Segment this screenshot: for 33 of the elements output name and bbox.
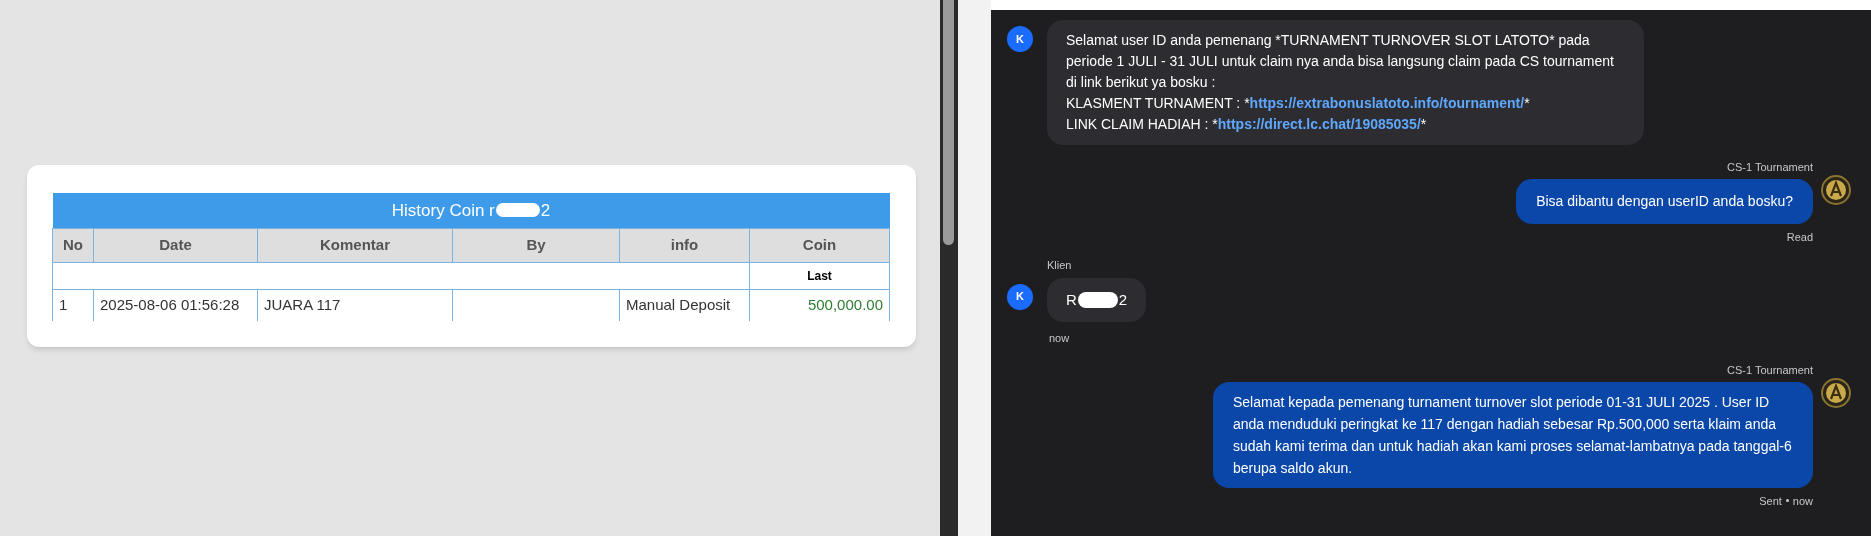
message-status: Read	[1786, 229, 1813, 245]
column-header: Komentar	[257, 228, 453, 262]
redaction-mark	[1077, 291, 1118, 308]
column-header: By	[452, 228, 620, 262]
message-link[interactable]: https://direct.lc.chat/19085035/	[1217, 116, 1421, 132]
table-title-text: 2	[540, 199, 551, 222]
sender-name: CS-1 Tournament	[1727, 363, 1813, 378]
table-cell: 1	[52, 289, 94, 321]
agent-avatar-icon	[1821, 377, 1851, 408]
message-text: R	[1066, 290, 1077, 310]
user-avatar: K	[1007, 26, 1033, 52]
message-text: KLASMENT TURNAMENT : *https://extrabonuslatoto.info/tournament/*	[1066, 94, 1531, 113]
message-status: Sent	[1759, 493, 1782, 509]
column-header: Coin	[749, 228, 890, 262]
column-header: Date	[93, 228, 258, 262]
message-text: Selamat kepada pemenang turnament turnover slot periode 01-31 JULI 2025 . User ID anda menduduki peringkat ke 117 dengan hadiah sebesar Rp.500,000 serta klaim anda sudah kami terima dan untuk hadiah akan kami proses selamat-lambatnya pada tanggal-6 berupa saldo akun.	[1233, 393, 1792, 476]
redaction-mark	[495, 203, 540, 218]
sender-name: CS-1 Tournament	[1727, 160, 1813, 175]
message-text: 2	[1118, 290, 1128, 310]
sender-name: Klien	[1047, 258, 1073, 273]
column-header: info	[619, 228, 750, 262]
scrollbar-thumb[interactable]	[943, 0, 954, 245]
agent-avatar-icon	[1821, 174, 1851, 205]
message-link[interactable]: https://extrabonuslatoto.info/tournament/	[1249, 95, 1525, 111]
column-header: No	[52, 228, 94, 262]
user-avatar: K	[1007, 283, 1033, 310]
message-time: now	[1792, 493, 1813, 509]
table-cell: Last	[749, 262, 890, 289]
message-text: Bisa dibantu dengan userID anda bosku?	[1536, 191, 1793, 211]
message-text: LINK CLAIM HADIAH : *https://direct.lc.chat/19085035/*	[1066, 115, 1428, 134]
message-text: Selamat user ID anda pemenang *TURNAMENT TURNOVER SLOT LATOTO* pada periode 1 JULI - 31 JULI untuk claim nya anda bisa langsung claim pada CS tournament di link berikut ya bosku :	[1066, 31, 1615, 92]
message-time: now	[1049, 330, 1070, 346]
table-title-text: History Coin r	[391, 199, 495, 222]
